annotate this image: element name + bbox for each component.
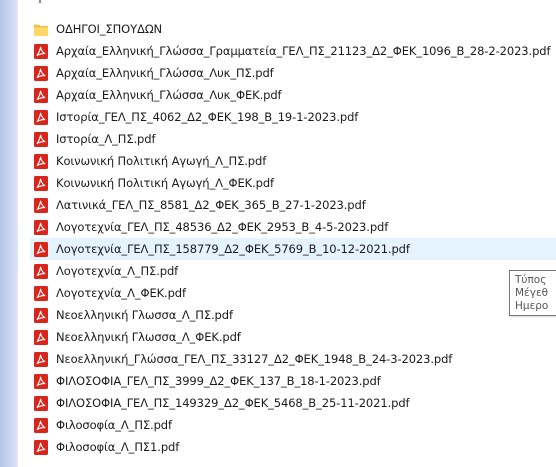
file-info-tooltip: Τύπος Μέγεθ Ημερο <box>509 270 556 316</box>
file-row[interactable]: Ιστορία_ΓΕΛ_ΠΣ_4062_Δ2_ΦΕΚ_198_Β_19-1-20… <box>30 106 556 128</box>
file-name: Λατινικά_ΓΕΛ_ΠΣ_8581_Δ2_ΦΕΚ_365_Β_27-1-2… <box>56 198 366 212</box>
file-name: Φιλοσοφία_Λ_ΠΣ1.pdf <box>56 440 180 454</box>
file-name: Αρχαία_Ελληνική_Γλώσσα_Λυκ_ΠΣ.pdf <box>56 66 274 80</box>
file-row[interactable]: Ιστορία_Λ_ΠΣ.pdf <box>30 128 556 150</box>
pdf-icon <box>34 109 48 125</box>
file-row[interactable]: Νεοελληνική_Γλώσσα_ΓΕΛ_ΠΣ_33127_Δ2_ΦΕΚ_1… <box>30 348 556 370</box>
pdf-icon <box>34 263 48 279</box>
file-row[interactable]: ΦΙΛΟΣΟΦΙΑ_ΓΕΛ_ΠΣ_3999_Δ2_ΦΕΚ_137_Β_18-1-… <box>30 370 556 392</box>
file-list: ΟΔΗΓΟΙ_ΣΠΟΥΔΩΝ Αρχαία_Ελληνική_Γλώσσα_Γρ… <box>30 18 556 458</box>
file-row[interactable]: Αρχαία_Ελληνική_Γλώσσα_Γραμματεία_ΓΕΛ_ΠΣ… <box>30 40 556 62</box>
file-name: Ιστορία_Λ_ΠΣ.pdf <box>56 132 156 146</box>
pdf-icon <box>34 307 48 323</box>
pdf-icon <box>34 87 48 103</box>
file-name: Αρχαία_Ελληνική_Γλώσσα_Λυκ_ΦΕΚ.pdf <box>56 88 282 102</box>
file-row[interactable]: Λογοτεχνία_Λ_ΠΣ.pdf <box>30 260 556 282</box>
tooltip-type-label: Τύπος <box>515 274 547 286</box>
scroll-marker <box>39 0 41 3</box>
pdf-icon <box>34 417 48 433</box>
pdf-icon <box>34 373 48 389</box>
pdf-icon <box>34 197 48 213</box>
pdf-icon <box>34 439 48 455</box>
folder-icon <box>34 24 48 36</box>
pdf-icon <box>34 175 48 191</box>
file-row[interactable]: Νεοελληνική Γλωσσα_Λ_ΠΣ.pdf <box>30 304 556 326</box>
file-name: Λογοτεχνία_ΓΕΛ_ΠΣ_158779_Δ2_ΦΕΚ_5769_Β_1… <box>56 242 410 256</box>
file-row[interactable]: Κοινωνική Πολιτική Αγωγή_Λ_ΠΣ.pdf <box>30 150 556 172</box>
file-name: Ιστορία_ΓΕΛ_ΠΣ_4062_Δ2_ΦΕΚ_198_Β_19-1-20… <box>56 110 359 124</box>
folder-name: ΟΔΗΓΟΙ_ΣΠΟΥΔΩΝ <box>56 22 163 36</box>
file-row[interactable]: Νεοελληνική Γλωσσα_Λ_ΦΕΚ.pdf <box>30 326 556 348</box>
file-name: Νεοελληνική Γλωσσα_Λ_ΠΣ.pdf <box>56 308 233 322</box>
pdf-icon <box>34 395 48 411</box>
pdf-icon <box>34 153 48 169</box>
file-name: Νεοελληνική Γλωσσα_Λ_ΦΕΚ.pdf <box>56 330 241 344</box>
tooltip-date-label: Ημερο <box>515 300 549 312</box>
pdf-icon <box>34 351 48 367</box>
pdf-icon <box>34 329 48 345</box>
folder-row[interactable]: ΟΔΗΓΟΙ_ΣΠΟΥΔΩΝ <box>30 18 556 40</box>
file-list-panel: ΟΔΗΓΟΙ_ΣΠΟΥΔΩΝ Αρχαία_Ελληνική_Γλώσσα_Γρ… <box>18 0 556 467</box>
file-row[interactable]: Αρχαία_Ελληνική_Γλώσσα_Λυκ_ΠΣ.pdf <box>30 62 556 84</box>
file-row[interactable]: Φιλοσοφία_Λ_ΠΣ.pdf <box>30 414 556 436</box>
file-name: Κοινωνική Πολιτική Αγωγή_Λ_ΠΣ.pdf <box>56 154 267 168</box>
file-name: ΦΙΛΟΣΟΦΙΑ_ΓΕΛ_ΠΣ_3999_Δ2_ΦΕΚ_137_Β_18-1-… <box>56 374 381 388</box>
background-strip <box>0 0 18 467</box>
pdf-icon <box>34 65 48 81</box>
file-row[interactable]: ΦΙΛΟΣΟΦΙΑ_ΓΕΛ_ΠΣ_149329_Δ2_ΦΕΚ_5468_Β_25… <box>30 392 556 414</box>
file-row[interactable]: Αρχαία_Ελληνική_Γλώσσα_Λυκ_ΦΕΚ.pdf <box>30 84 556 106</box>
file-name: Λογοτεχνία_ΓΕΛ_ΠΣ_48536_Δ2_ΦΕΚ_2953_Β_4-… <box>56 220 389 234</box>
file-name: Κοινωνική Πολιτική Αγωγή_Λ_ΦΕΚ.pdf <box>56 176 275 190</box>
pdf-icon <box>34 241 48 257</box>
pdf-icon <box>34 285 48 301</box>
file-row[interactable]: Κοινωνική Πολιτική Αγωγή_Λ_ΦΕΚ.pdf <box>30 172 556 194</box>
file-row[interactable]: Φιλοσοφία_Λ_ΠΣ1.pdf <box>30 436 556 458</box>
pdf-icon <box>34 131 48 147</box>
file-name: Λογοτεχνία_Λ_ΠΣ.pdf <box>56 264 179 278</box>
file-name: Νεοελληνική_Γλώσσα_ΓΕΛ_ΠΣ_33127_Δ2_ΦΕΚ_1… <box>56 352 453 366</box>
file-name: ΦΙΛΟΣΟΦΙΑ_ΓΕΛ_ΠΣ_149329_Δ2_ΦΕΚ_5468_Β_25… <box>56 396 410 410</box>
file-name: Αρχαία_Ελληνική_Γλώσσα_Γραμματεία_ΓΕΛ_ΠΣ… <box>56 44 551 58</box>
tooltip-size-label: Μέγεθ <box>515 287 549 299</box>
file-row[interactable]: Λατινικά_ΓΕΛ_ΠΣ_8581_Δ2_ΦΕΚ_365_Β_27-1-2… <box>30 194 556 216</box>
file-row[interactable]: Λογοτεχνία_Λ_ΦΕΚ.pdf <box>30 282 556 304</box>
file-row[interactable]: Λογοτεχνία_ΓΕΛ_ΠΣ_158779_Δ2_ΦΕΚ_5769_Β_1… <box>30 238 556 260</box>
file-name: Λογοτεχνία_Λ_ΦΕΚ.pdf <box>56 286 186 300</box>
file-row[interactable]: Λογοτεχνία_ΓΕΛ_ΠΣ_48536_Δ2_ΦΕΚ_2953_Β_4-… <box>30 216 556 238</box>
file-name: Φιλοσοφία_Λ_ΠΣ.pdf <box>56 418 172 432</box>
pdf-icon <box>34 43 48 59</box>
pdf-icon <box>34 219 48 235</box>
